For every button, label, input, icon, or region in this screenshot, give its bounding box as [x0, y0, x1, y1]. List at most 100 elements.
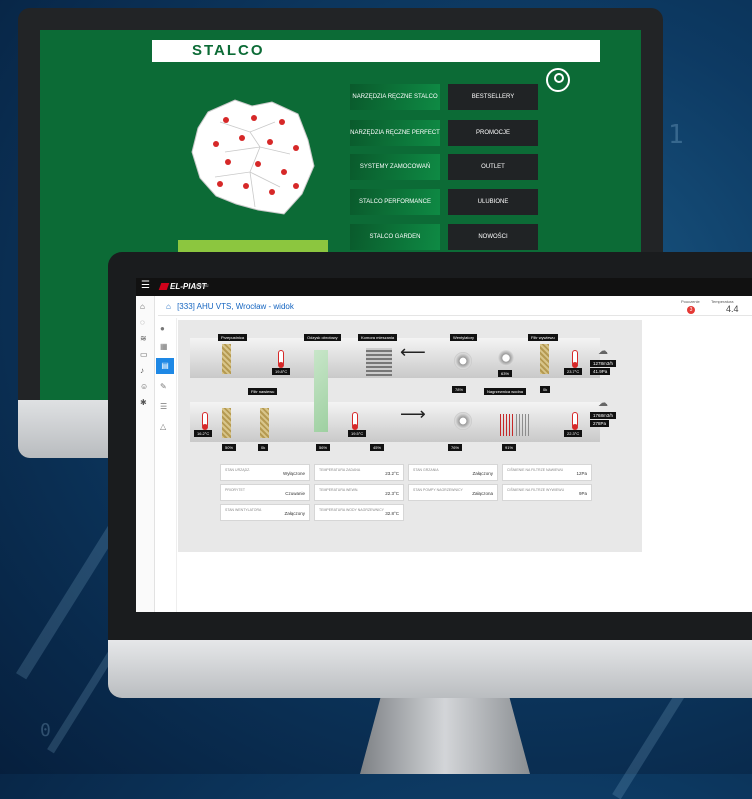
fan-exhaust-pressure: 78%	[452, 386, 467, 393]
hamburger-icon[interactable]: ☰	[141, 280, 150, 291]
screen-icon[interactable]: ▭	[140, 350, 148, 359]
secondary-sidebar: ● ▦ ▤ ✎ ☰ △	[154, 318, 177, 612]
info-key: TEMPERATURA WODY NAGRZEWNICY	[319, 508, 385, 512]
exhaust-filter[interactable]	[540, 344, 549, 374]
category-button[interactable]: OUTLET	[448, 154, 538, 180]
info-box: CIŚNIENIE NA FILTRZE NAWIEWU 12Pa	[502, 464, 592, 481]
mixing-damper[interactable]	[366, 348, 392, 376]
recovery-label: Odzysk obrotowy	[304, 334, 341, 341]
alarm-label: Pouczenie	[681, 299, 700, 304]
monitor-stand	[360, 698, 530, 774]
app-bar: ☰ EL-PIAST menu	[136, 278, 752, 296]
cloud-icon: ☁	[598, 398, 608, 409]
damper-label: Przepustnica	[218, 334, 248, 341]
info-value: Załączony	[284, 511, 305, 516]
poland-map[interactable]	[180, 92, 320, 222]
info-box: CIŚNIENIE NA FILTRZE WYWIEWU 9Pa	[502, 484, 592, 501]
info-box: TEMPERATURA ZADANA 23.2°C	[314, 464, 404, 481]
cloud-icon: ☁	[598, 346, 608, 357]
temp-mixed: 19.5°C	[348, 430, 367, 437]
front-monitor-chin	[108, 640, 752, 698]
app-subtitle: menu	[196, 283, 209, 289]
home-icon[interactable]: ⌂	[166, 302, 171, 311]
rotary-recovery[interactable]	[314, 350, 328, 432]
bell-icon[interactable]: ♪	[140, 366, 144, 375]
category-button[interactable]: ULUBIONE	[448, 189, 538, 215]
info-key: CIŚNIENIE NA FILTRZE WYWIEWU	[507, 488, 565, 492]
category-button[interactable]: SYSTEMY ZAMOCOWAŃ	[350, 154, 440, 180]
info-key: PRIORYTET	[225, 488, 245, 492]
category-button[interactable]: NARZĘDZIA RĘCZNE STALCO	[350, 84, 440, 110]
category-button[interactable]: NOWOŚCI	[448, 224, 538, 250]
page-title-text: [333] AHU VTS, Wrocław - widok	[177, 302, 294, 311]
damper-value: 50%	[222, 444, 237, 451]
front-screen: ☰ EL-PIAST menu ⌂ ◌ ≋ ▭ ♪ ☺ ✱ ● ▦ ▤ ✎ ☰ …	[136, 278, 752, 612]
airflow-right-icon: ⟶	[400, 404, 426, 424]
info-key: CIŚNIENIE NA FILTRZE NAWIEWU	[507, 468, 564, 472]
info-box: STAN GRZANIA Załączony	[408, 464, 498, 481]
info-box: TEMPERATURA WEWN. 22.3°C	[314, 484, 404, 501]
category-button[interactable]: PROMOCJE	[448, 120, 538, 146]
damper-exhaust[interactable]	[222, 344, 231, 374]
cooler-coil[interactable]	[516, 414, 530, 436]
info-value: 9Pa	[578, 491, 587, 496]
category-button[interactable]: STALCO GARDEN	[350, 224, 440, 250]
ahu-diagram: Przepustnica Odzysk obrotowy Komora mies…	[178, 320, 642, 552]
list-icon[interactable]: ☰	[160, 402, 167, 411]
thermometer-icon	[572, 412, 578, 430]
edit-icon[interactable]: ✎	[160, 382, 167, 391]
weather-pressure: 278Pa	[590, 420, 610, 427]
category-button[interactable]: STALCO PERFORMANCE	[350, 189, 440, 215]
category-button[interactable]: BESTSELLERY	[448, 84, 538, 110]
info-key: STAN URZĄDZ.	[225, 468, 251, 472]
info-box: STAN WENTYLATORA Załączony	[220, 504, 310, 521]
info-key: STAN POMPY NAGRZEWNICY	[413, 488, 463, 492]
brand-logo: STALCO	[192, 42, 265, 59]
power-icon[interactable]: ◌	[140, 318, 145, 327]
page-title: ⌂ [333] AHU VTS, Wrocław - widok	[166, 302, 294, 311]
alarm-badge[interactable]: 3	[687, 306, 695, 314]
weather-pressure: 41.9Pa	[590, 368, 611, 375]
home-icon[interactable]: ⌂	[140, 302, 145, 311]
thermometer-icon	[278, 350, 284, 368]
temp-exhaust-in: 19.8°C	[272, 368, 291, 375]
temperature-value: 4.4	[726, 304, 739, 314]
info-icon[interactable]: ●	[160, 324, 165, 333]
damper-supply[interactable]	[222, 408, 231, 438]
thermometer-icon	[572, 350, 578, 368]
user-icon[interactable]	[546, 68, 570, 92]
supply-fan-icon[interactable]	[454, 412, 472, 430]
view-icon[interactable]: ▤	[156, 358, 174, 374]
user-icon[interactable]: ☺	[140, 382, 148, 391]
grid-icon[interactable]: ▦	[160, 342, 168, 351]
temp-exhaust-out: 23.7°C	[564, 368, 583, 375]
exhaust-duct	[190, 338, 600, 378]
heater-value: 91%	[502, 444, 517, 451]
info-value: 32.8°C	[385, 511, 399, 516]
mixing-value: 45%	[370, 444, 385, 451]
info-value: 22.3°C	[385, 491, 399, 496]
heater-coil[interactable]	[500, 414, 514, 436]
divider	[158, 315, 752, 316]
heater-label: Nagrzewnica wodna	[484, 388, 527, 395]
info-value: Załączony	[472, 471, 493, 476]
airflow-left-icon: ⟵	[400, 342, 426, 362]
gear-icon[interactable]: ✱	[140, 398, 147, 407]
temp-supply: 22.3°C	[564, 430, 583, 437]
front-monitor: ☰ EL-PIAST menu ⌂ ◌ ≋ ▭ ♪ ☺ ✱ ● ▦ ▤ ✎ ☰ …	[108, 252, 752, 698]
bg-digit: 1	[668, 120, 684, 150]
fans-label: Wentylatory	[450, 334, 478, 341]
filter-value: 0k	[258, 444, 269, 451]
info-key: TEMPERATURA WEWN.	[319, 488, 359, 492]
supply-filter-label: Filtr nawiewu	[248, 388, 278, 395]
warning-icon[interactable]: △	[160, 422, 166, 431]
info-value: 12Pa	[576, 471, 587, 476]
wifi-icon[interactable]: ≋	[140, 334, 147, 343]
exhaust-fan-icon[interactable]	[454, 352, 472, 370]
supply-duct	[190, 402, 600, 442]
temp-outdoor: 16.2°C	[194, 430, 213, 437]
supply-filter[interactable]	[260, 408, 269, 438]
category-button[interactable]: NARZĘDZIA RĘCZNE PERFECT	[350, 120, 440, 146]
thermometer-icon	[202, 412, 208, 430]
info-value: Czuwanie	[285, 491, 305, 496]
